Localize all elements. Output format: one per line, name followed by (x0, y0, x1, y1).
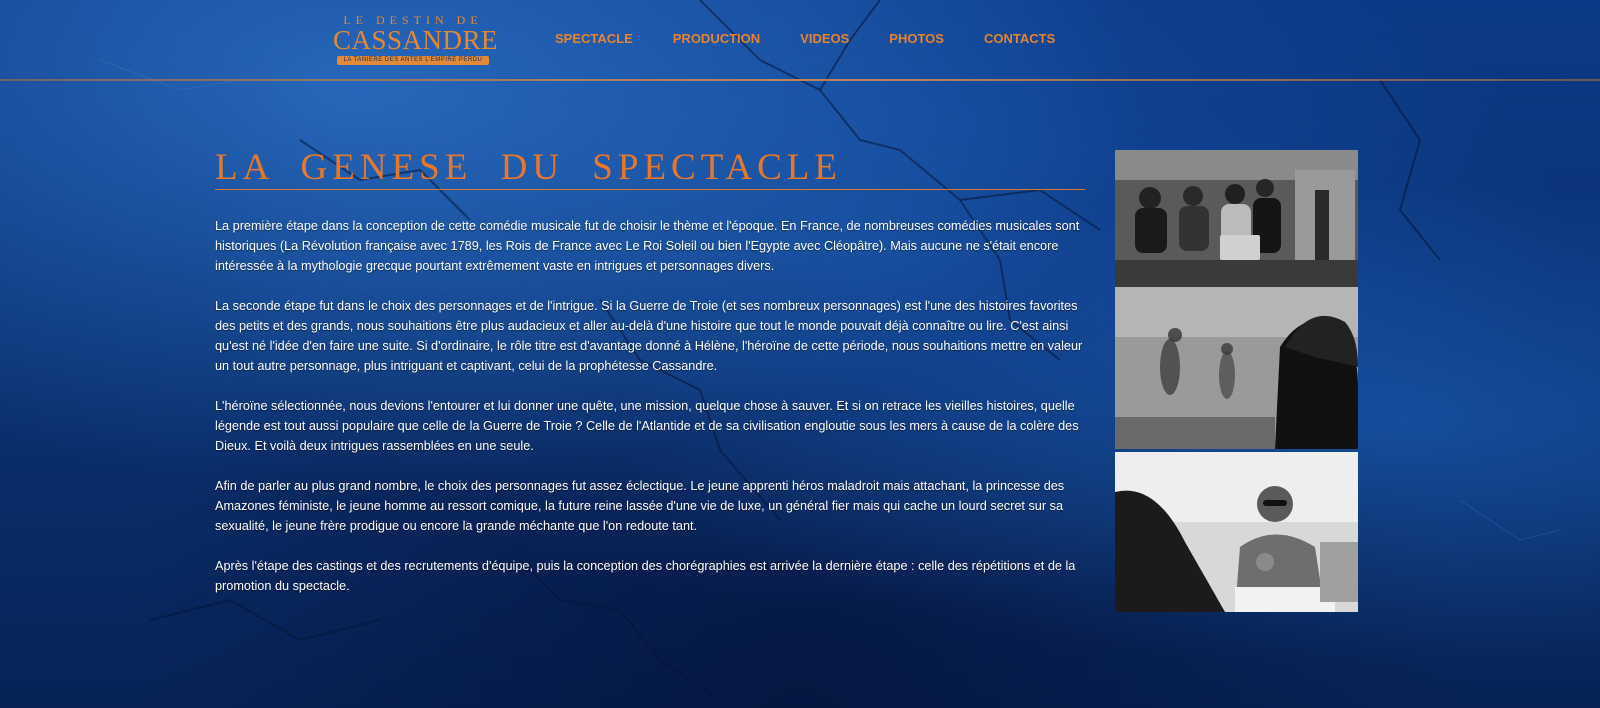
paragraph: Après l'étape des castings et des recrut… (215, 559, 1076, 593)
nav-item-photos[interactable]: PHOTOS (889, 31, 944, 46)
header-divider (0, 79, 1600, 81)
group-meeting-photo[interactable] (1115, 150, 1358, 287)
photo-strip (1115, 150, 1358, 612)
page-title: LA GENESE DU SPECTACLE (215, 147, 842, 188)
man-talking-photo[interactable] (1115, 452, 1358, 612)
dance-rehearsal-photo[interactable] (1115, 287, 1358, 449)
article-body: La première étape dans la conception de … (215, 216, 1087, 616)
site-header: LE DESTIN DE CASSANDRE LA TANIÈRE DES AN… (0, 0, 1600, 80)
paragraph: Afin de parler au plus grand nombre, le … (215, 479, 1065, 533)
logo-main-text: CASSANDRE (333, 25, 499, 55)
paragraph: La première étape dans la conception de … (215, 219, 1080, 273)
nav-item-contacts[interactable]: CONTACTS (984, 31, 1055, 46)
nav-item-production[interactable]: PRODUCTION (673, 31, 760, 46)
title-underline (215, 189, 1085, 190)
paragraph: L'héroïne sélectionnée, nous devions l'e… (215, 399, 1079, 453)
paragraph: La seconde étape fut dans le choix des p… (215, 299, 1083, 373)
nav-item-videos[interactable]: VIDEOS (800, 31, 849, 46)
site-logo[interactable]: LE DESTIN DE CASSANDRE LA TANIÈRE DES AN… (333, 14, 499, 70)
nav-item-spectacle[interactable]: SPECTACLE (555, 31, 633, 46)
logo-tagline: LA TANIÈRE DES ANTES L'EMPIRE PERDU (337, 56, 489, 65)
main-nav: SPECTACLE PRODUCTION VIDEOS PHOTOS CONTA… (555, 31, 1095, 46)
